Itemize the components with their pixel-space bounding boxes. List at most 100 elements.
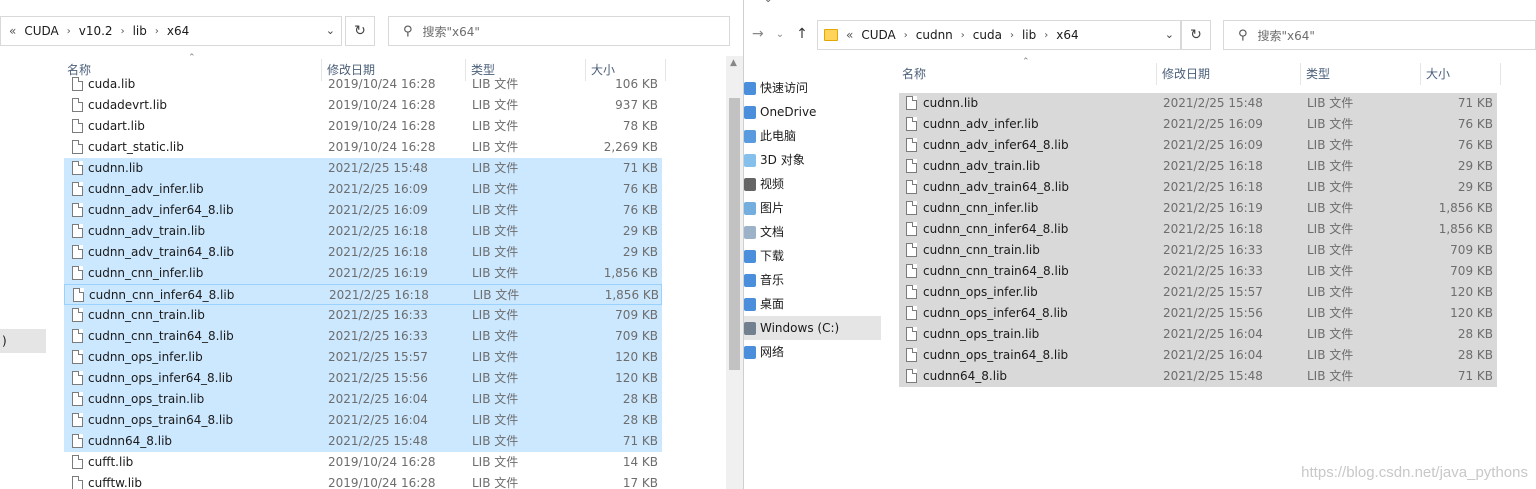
forward-arrow-icon[interactable]: → <box>752 26 764 42</box>
file-row[interactable]: cudnn_ops_infer64_8.lib 2021/2/25 15:56 LI… <box>64 368 662 389</box>
file-row[interactable]: cudnn_adv_infer64_8.lib 2021/2/25 16:09 LI… <box>64 200 662 221</box>
breadcrumb-item[interactable]: x64 <box>1056 21 1078 49</box>
file-row[interactable]: cudnn_cnn_infer.lib 2021/2/25 16:19 LIB 文件… <box>899 198 1497 219</box>
file-row[interactable]: cudart.lib 2019/10/24 16:28 LIB 文件 78 KB <box>64 116 662 137</box>
file-row[interactable]: cudnn_cnn_train.lib 2021/2/25 16:33 LIB 文件… <box>64 305 662 326</box>
file-row[interactable]: cudnn64_8.lib 2021/2/25 15:48 LIB 文件 71 KB <box>899 366 1497 387</box>
breadcrumb-overflow[interactable]: « <box>9 17 16 45</box>
file-row[interactable]: cudnn_cnn_infer64_8.lib 2021/2/25 16:18 LI… <box>899 219 1497 240</box>
file-icon <box>72 329 83 343</box>
file-row[interactable]: cudnn_cnn_infer.lib 2021/2/25 16:19 LIB 文件… <box>64 263 662 284</box>
file-row[interactable]: cudnn_adv_train.lib 2021/2/25 16:18 LIB 文件… <box>899 156 1497 177</box>
file-row[interactable]: cudnn_ops_infer.lib 2021/2/25 15:57 LIB 文件… <box>899 282 1497 303</box>
breadcrumb-item[interactable]: x64 <box>167 17 189 45</box>
file-row[interactable]: cudnn_ops_infer64_8.lib 2021/2/25 15:56 LI… <box>899 303 1497 324</box>
breadcrumb-item[interactable]: CUDA <box>24 17 58 45</box>
file-row[interactable]: cudnn_cnn_train64_8.lib 2021/2/25 16:33 LI… <box>899 261 1497 282</box>
file-row[interactable]: cudnn_adv_train64_8.lib 2021/2/25 16:18 LI… <box>64 242 662 263</box>
file-date: 2021/2/25 15:48 <box>1163 96 1263 110</box>
scroll-up-icon[interactable]: ▲ <box>730 58 737 68</box>
address-bar[interactable]: « CUDA › v10.2 › lib › x64 ⌄ <box>0 16 342 46</box>
file-row[interactable]: cudnn_adv_infer64_8.lib 2021/2/25 16:09 LI… <box>899 135 1497 156</box>
file-size: 76 KB <box>1457 117 1493 131</box>
file-type: LIB 文件 <box>1307 327 1354 341</box>
breadcrumb-item[interactable]: cuda <box>973 21 1002 49</box>
file-row[interactable]: cudnn_adv_infer.lib 2021/2/25 16:09 LIB 文件… <box>64 179 662 200</box>
breadcrumb-item[interactable]: lib <box>1022 21 1036 49</box>
file-date: 2019/10/24 16:28 <box>328 77 436 91</box>
chevron-right-icon[interactable]: › <box>121 26 125 37</box>
chevron-right-icon[interactable]: › <box>1044 30 1048 41</box>
address-dropdown-icon[interactable]: ⌄ <box>1165 28 1174 41</box>
sort-ascending-icon: ⌃ <box>1022 57 1030 67</box>
file-type: LIB 文件 <box>1307 180 1354 194</box>
address-bar[interactable]: « CUDA › cudnn › cuda › lib › x64 ⌄ <box>817 20 1181 50</box>
search-input[interactable]: ⚲ 搜索"x64" <box>388 16 730 46</box>
file-row[interactable]: cudnn_adv_train64_8.lib 2021/2/25 16:18 LI… <box>899 177 1497 198</box>
file-row[interactable]: cudart_static.lib 2019/10/24 16:28 LIB 文件 2… <box>64 137 662 158</box>
chevron-right-icon[interactable]: › <box>1010 30 1014 41</box>
search-placeholder: 搜索"x64" <box>1257 28 1315 43</box>
file-size: 120 KB <box>615 350 658 364</box>
file-type: LIB 文件 <box>1307 222 1354 236</box>
file-row[interactable]: cudnn_ops_train.lib 2021/2/25 16:04 LIB 文件… <box>64 389 662 410</box>
file-row[interactable]: cudnn_cnn_infer64_8.lib 2021/2/25 16:18 LI… <box>64 284 662 305</box>
chevron-right-icon[interactable]: › <box>155 26 159 37</box>
chevron-right-icon[interactable]: › <box>961 30 965 41</box>
refresh-button[interactable]: ↻ <box>345 16 375 46</box>
file-row[interactable]: cudnn_ops_train64_8.lib 2021/2/25 16:04 LI… <box>899 345 1497 366</box>
file-row[interactable]: cudnn_ops_train.lib 2021/2/25 16:04 LIB 文件… <box>899 324 1497 345</box>
nav-pane-selected-item[interactable]: ) <box>0 329 46 353</box>
file-name: cudnn_cnn_infer64_8.lib <box>923 222 1069 236</box>
search-input[interactable]: ⚲ 搜索"x64" <box>1223 20 1536 50</box>
file-row[interactable]: cudnn.lib 2021/2/25 15:48 LIB 文件 71 KB <box>899 93 1497 114</box>
file-row[interactable]: cudnn_cnn_train.lib 2021/2/25 16:33 LIB 文件… <box>899 240 1497 261</box>
file-size: 28 KB <box>1457 348 1493 362</box>
file-type: LIB 文件 <box>472 455 519 469</box>
file-date: 2021/2/25 16:09 <box>328 182 428 196</box>
file-icon <box>72 203 83 217</box>
column-header-date[interactable]: 修改日期 <box>1157 63 1301 85</box>
file-row[interactable]: cudnn_adv_train.lib 2021/2/25 16:18 LIB 文件… <box>64 221 662 242</box>
recent-locations-icon[interactable]: ⌄ <box>776 29 784 40</box>
file-row[interactable]: cufftw.lib 2019/10/24 16:28 LIB 文件 17 KB <box>64 473 662 489</box>
up-arrow-icon[interactable]: ↑ <box>796 26 808 42</box>
breadcrumb-item[interactable]: lib <box>133 17 147 45</box>
breadcrumb-item[interactable]: CUDA <box>861 21 895 49</box>
breadcrumb-item[interactable]: v10.2 <box>79 17 113 45</box>
file-row[interactable]: cudnn_ops_train64_8.lib 2021/2/25 16:04 LI… <box>64 410 662 431</box>
file-icon <box>72 413 83 427</box>
scrollbar-thumb[interactable] <box>729 98 740 370</box>
file-row[interactable]: cudadevrt.lib 2019/10/24 16:28 LIB 文件 937 K… <box>64 95 662 116</box>
file-row[interactable]: cudnn_cnn_train64_8.lib 2021/2/25 16:33 LI… <box>64 326 662 347</box>
vertical-scrollbar[interactable]: ▲ <box>726 56 743 489</box>
chevron-right-icon[interactable]: › <box>67 26 71 37</box>
file-icon <box>72 371 83 385</box>
file-icon <box>906 327 917 341</box>
file-name: cufftw.lib <box>88 476 142 489</box>
chevron-right-icon[interactable]: › <box>904 30 908 41</box>
breadcrumb-item[interactable]: cudnn <box>916 21 953 49</box>
file-date: 2021/2/25 16:33 <box>1163 243 1263 257</box>
file-row[interactable]: cudnn.lib 2021/2/25 15:48 LIB 文件 71 KB <box>64 158 662 179</box>
file-row[interactable]: cudnn_ops_infer.lib 2021/2/25 15:57 LIB 文件… <box>64 347 662 368</box>
column-header-row: 名称 ⌃ 修改日期 类型 大小 <box>897 57 1507 85</box>
column-header-type[interactable]: 类型 <box>1301 63 1421 85</box>
address-dropdown-icon[interactable]: ⌄ <box>326 24 335 37</box>
file-name: cudnn64_8.lib <box>923 369 1008 383</box>
file-row[interactable]: cufft.lib 2019/10/24 16:28 LIB 文件 14 KB <box>64 452 662 473</box>
file-date: 2021/2/25 16:18 <box>1163 159 1263 173</box>
breadcrumb: CUDA › cudnn › cuda › lib › x64 <box>861 21 1078 49</box>
file-size: 71 KB <box>622 434 658 448</box>
file-row[interactable]: cudnn_adv_infer.lib 2021/2/25 16:09 LIB 文件… <box>899 114 1497 135</box>
column-header-size[interactable]: 大小 <box>1421 63 1501 85</box>
file-row[interactable]: cuda.lib 2019/10/24 16:28 LIB 文件 106 KB <box>64 75 662 95</box>
breadcrumb-overflow[interactable]: « <box>846 21 853 49</box>
file-date: 2021/2/25 15:56 <box>1163 306 1263 320</box>
collapse-chevron-icon[interactable]: ⌄ <box>764 0 772 5</box>
file-size: 2,269 KB <box>603 140 658 154</box>
refresh-button[interactable]: ↻ <box>1181 20 1211 50</box>
file-icon <box>72 350 83 364</box>
file-date: 2021/2/25 16:33 <box>328 308 428 322</box>
file-row[interactable]: cudnn64_8.lib 2021/2/25 15:48 LIB 文件 71 KB <box>64 431 662 452</box>
